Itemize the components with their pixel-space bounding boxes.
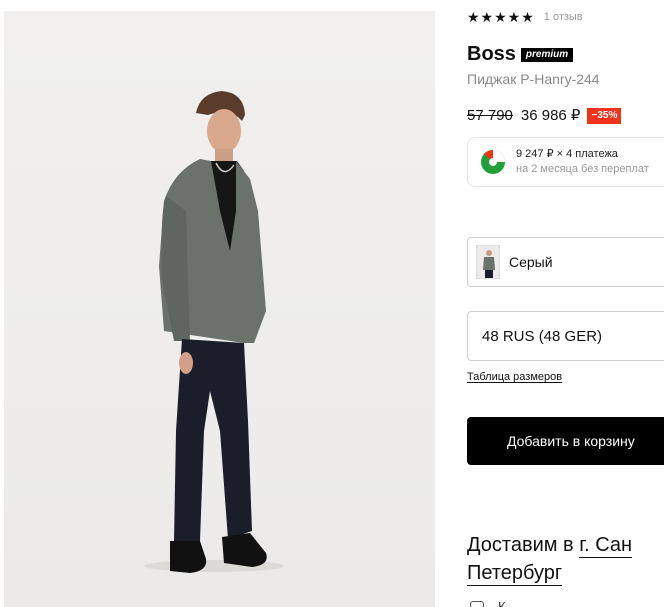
size-label: 48 RUS (48 GER) (482, 327, 603, 345)
product-photo[interactable] (4, 11, 435, 607)
old-price: 57 790 (467, 107, 513, 124)
split-payment-icon (481, 149, 505, 174)
size-selector[interactable]: 48 RUS (48 GER) (467, 311, 664, 361)
rating[interactable]: ★★★★★ 1 отзыв (467, 8, 583, 26)
delivery-option-text: К (498, 599, 506, 607)
installment-text: 9 247 ₽ × 4 платежа на 2 месяца без пере… (516, 147, 649, 177)
delivery-block: Доставим в г. Сан Петербург (467, 531, 664, 587)
model-illustration (144, 91, 284, 573)
delivery-option-icon (470, 601, 484, 607)
rating-stars-icon: ★★★★★ (467, 9, 535, 25)
size-table-link[interactable]: Таблица размеров (467, 369, 562, 385)
color-swatch-thumbnail (476, 245, 500, 279)
color-label: Серый (509, 254, 553, 270)
premium-badge: premium (520, 48, 574, 62)
product-name: Пиджак P-Hanry-244 (467, 71, 600, 87)
installment-offer[interactable]: 9 247 ₽ × 4 платежа на 2 месяца без пере… (467, 137, 664, 187)
delivery-prefix: Доставим в (467, 534, 574, 556)
brand-name[interactable]: Boss (467, 42, 516, 66)
add-to-cart-button[interactable]: Добавить в корзину (467, 417, 664, 465)
price-row: 57 790 36 986 ₽ −35% (467, 106, 622, 126)
discount-badge: −35% (587, 108, 622, 124)
city-selector[interactable]: г. Сан (579, 534, 633, 558)
brand-row: Boss premium (467, 42, 574, 66)
city-selector-continued[interactable]: Петербург (467, 562, 563, 586)
installment-terms: на 2 месяца без переплат (516, 163, 649, 175)
installment-amount: 9 247 ₽ × 4 платежа (516, 148, 618, 160)
delivery-line-1: Доставим в г. Сан (467, 531, 664, 559)
delivery-line-2: Петербург (467, 559, 664, 587)
color-selector[interactable]: Серый (467, 237, 664, 287)
current-price: 36 986 ₽ (520, 107, 581, 124)
reviews-count-link[interactable]: 1 отзыв (544, 8, 583, 26)
